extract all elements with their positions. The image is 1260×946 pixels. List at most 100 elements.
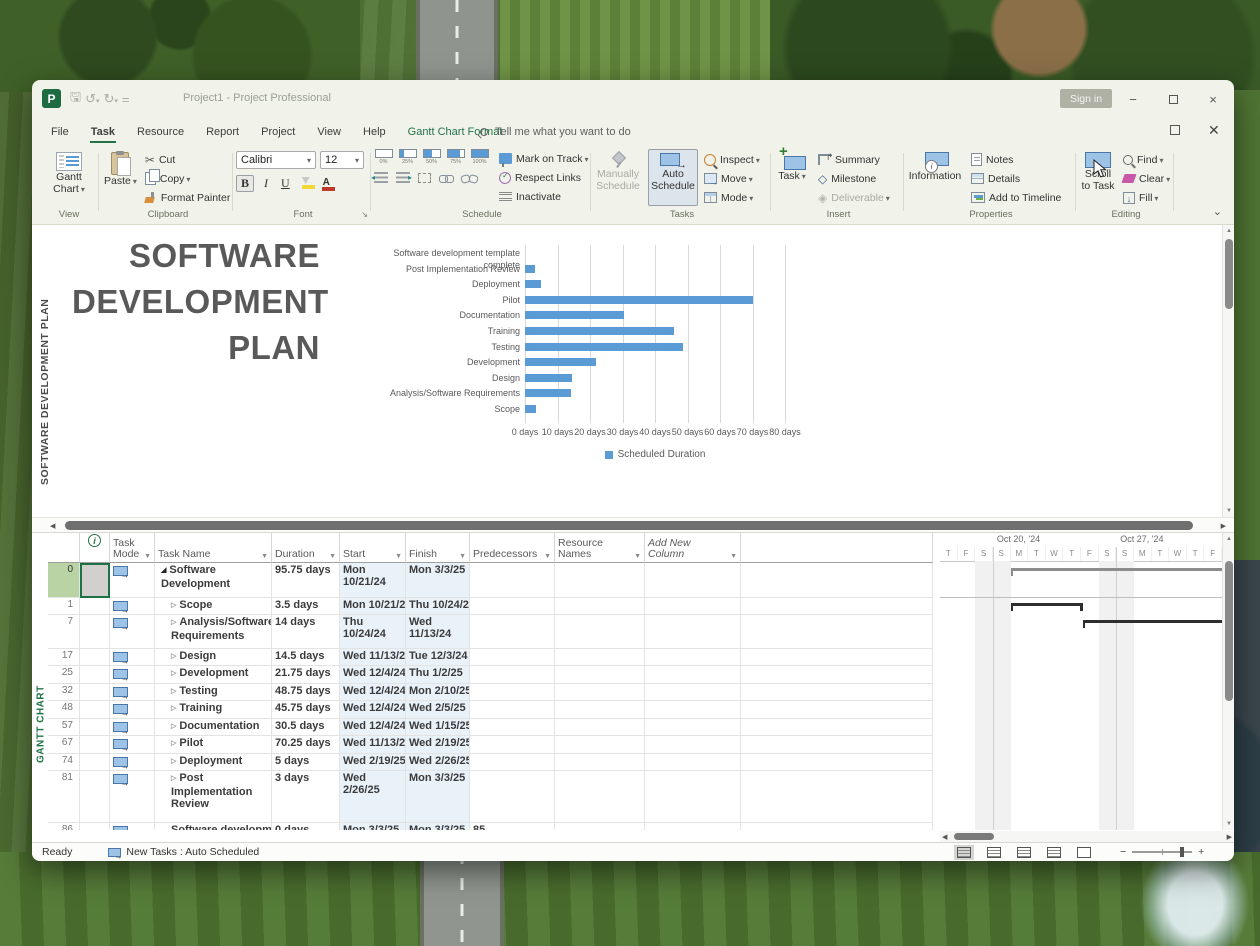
cell-finish[interactable]: Wed 2/5/25 xyxy=(406,701,470,719)
scroll-down-icon[interactable]: ▼ xyxy=(1223,508,1234,514)
cell-mode[interactable] xyxy=(110,701,155,719)
fill-button[interactable]: Fill xyxy=(1123,189,1170,206)
cell-name[interactable]: ◢Software Development xyxy=(155,563,272,598)
font-color-button[interactable]: A xyxy=(320,177,333,190)
filter-chevron-icon[interactable]: ▼ xyxy=(634,553,641,560)
expand-arrow-icon[interactable]: ▷ xyxy=(171,619,176,626)
cell-finish[interactable]: Wed 1/15/25 xyxy=(406,719,470,736)
font-name-select[interactable]: Calibri xyxy=(236,151,316,169)
cell-mode[interactable] xyxy=(110,771,155,823)
details-button[interactable]: Details xyxy=(971,170,1061,187)
scroll-up-icon[interactable]: ▲ xyxy=(1223,536,1234,542)
save-icon[interactable]: 🖫 xyxy=(70,88,81,110)
expand-arrow-icon[interactable]: ▷ xyxy=(171,705,176,712)
expand-arrow-icon[interactable]: ▷ xyxy=(171,602,176,609)
selected-cell[interactable] xyxy=(80,563,110,598)
zoom-out-icon[interactable]: − xyxy=(1120,846,1126,858)
cell-duration[interactable]: 21.75 days xyxy=(272,666,340,684)
zoom-slider-thumb[interactable] xyxy=(1180,847,1184,857)
cell-resources[interactable] xyxy=(555,771,645,823)
notes-button[interactable]: Notes xyxy=(971,151,1061,168)
row-number[interactable]: 74 xyxy=(48,754,80,771)
resource-sheet-view-shortcut[interactable] xyxy=(1044,845,1064,860)
collapse-ribbon-icon[interactable]: ⌄ xyxy=(1213,205,1222,218)
undo-icon[interactable]: ↺▾ xyxy=(85,91,99,107)
scrollbar-thumb[interactable] xyxy=(954,833,994,840)
gantt-chart-view-shortcut[interactable] xyxy=(954,845,974,860)
mode-button[interactable]: Mode xyxy=(704,189,760,206)
cell-name[interactable]: ▷Deployment xyxy=(155,754,272,771)
paste-button[interactable]: Paste xyxy=(104,149,137,206)
column-header-finish[interactable]: Finish▼ xyxy=(406,533,470,563)
cell-name[interactable]: ▷Post Implementation Review xyxy=(155,771,272,823)
insert-milestone-button[interactable]: Milestone xyxy=(818,170,890,187)
tab-help[interactable]: Help xyxy=(352,118,397,145)
cell-mode[interactable] xyxy=(110,736,155,754)
cell-finish[interactable]: Thu 10/24/24 xyxy=(406,598,470,615)
information-button[interactable]: Information xyxy=(907,149,963,206)
cell-duration[interactable]: 14 days xyxy=(272,615,340,649)
cell-predecessors[interactable] xyxy=(470,701,555,719)
redo-icon[interactable]: ↻▾ xyxy=(104,91,118,107)
title-bar[interactable]: 🖫 ↺▾ ↻▾ = Project1 - Project Professiona… xyxy=(32,80,1234,118)
row-number[interactable]: 1 xyxy=(48,598,80,615)
row-number[interactable]: 67 xyxy=(48,736,80,754)
cell-name[interactable]: ▷Analysis/Software Requirements xyxy=(155,615,272,649)
sign-in-button[interactable]: Sign in xyxy=(1060,89,1112,108)
gantt-horizontal-scrollbar[interactable]: ◀ ▶ xyxy=(940,831,1234,842)
row-number[interactable]: 32 xyxy=(48,684,80,701)
column-header-addnew[interactable]: Add New Column▼ xyxy=(645,533,741,563)
find-button[interactable]: Find xyxy=(1123,151,1170,168)
cell-start[interactable]: Wed 12/4/24 xyxy=(340,701,406,719)
bold-button[interactable]: B xyxy=(236,175,254,192)
copy-button[interactable]: Copy xyxy=(145,170,230,187)
cell-resources[interactable] xyxy=(555,615,645,649)
cell-name[interactable]: ▷Pilot xyxy=(155,736,272,754)
zoom-slider[interactable] xyxy=(1132,851,1192,853)
cell-duration[interactable]: 3 days xyxy=(272,771,340,823)
cell-addnew[interactable] xyxy=(645,649,741,666)
cell-info[interactable] xyxy=(80,719,110,736)
cell-addnew[interactable] xyxy=(645,615,741,649)
move-button[interactable]: Move xyxy=(704,170,760,187)
row-number[interactable]: 86 xyxy=(48,823,80,830)
scroll-up-icon[interactable]: ▲ xyxy=(1223,228,1234,234)
cell-resources[interactable] xyxy=(555,719,645,736)
cell-duration[interactable]: 14.5 days xyxy=(272,649,340,666)
filter-chevron-icon[interactable]: ▼ xyxy=(261,553,268,560)
cell-info[interactable] xyxy=(80,754,110,771)
cell-duration[interactable]: 95.75 days xyxy=(272,563,340,598)
cell-addnew[interactable] xyxy=(645,771,741,823)
cut-button[interactable]: Cut xyxy=(145,151,230,168)
highlight-color-button[interactable] xyxy=(300,177,313,190)
clear-button[interactable]: Clear xyxy=(1123,170,1170,187)
cell-addnew[interactable] xyxy=(645,684,741,701)
cell-mode[interactable] xyxy=(110,719,155,736)
column-header-name[interactable]: Task Name▼ xyxy=(155,533,272,563)
insert-summary-button[interactable]: Summary xyxy=(818,151,890,168)
cell-predecessors[interactable] xyxy=(470,666,555,684)
expand-arrow-icon[interactable]: ▷ xyxy=(171,775,176,782)
cell-duration[interactable]: 48.75 days xyxy=(272,684,340,701)
respect-links-button[interactable]: Respect Links xyxy=(499,169,589,186)
filter-chevron-icon[interactable]: ▼ xyxy=(544,553,551,560)
cell-addnew[interactable] xyxy=(645,719,741,736)
scrollbar-thumb[interactable] xyxy=(1225,561,1233,701)
font-size-select[interactable]: 12 xyxy=(320,151,364,169)
cell-start[interactable]: Wed 11/13/24 xyxy=(340,736,406,754)
cell-info[interactable] xyxy=(80,649,110,666)
cell-duration[interactable]: 0 days xyxy=(272,823,340,830)
filter-chevron-icon[interactable]: ▼ xyxy=(144,553,151,560)
row-number[interactable]: 25 xyxy=(48,666,80,684)
percent-75-button[interactable]: 75% xyxy=(446,149,465,165)
expand-arrow-icon[interactable]: ▷ xyxy=(171,688,176,695)
italic-button[interactable]: I xyxy=(261,176,271,191)
close-document-icon[interactable]: ✕ xyxy=(1208,122,1220,139)
cell-predecessors[interactable] xyxy=(470,771,555,823)
cell-predecessors[interactable] xyxy=(470,598,555,615)
expand-arrow-icon[interactable]: ▷ xyxy=(171,670,176,677)
cell-mode[interactable] xyxy=(110,598,155,615)
unlink-tasks-icon[interactable] xyxy=(461,173,475,183)
row-number[interactable]: 17 xyxy=(48,649,80,666)
row-number[interactable]: 81 xyxy=(48,771,80,823)
